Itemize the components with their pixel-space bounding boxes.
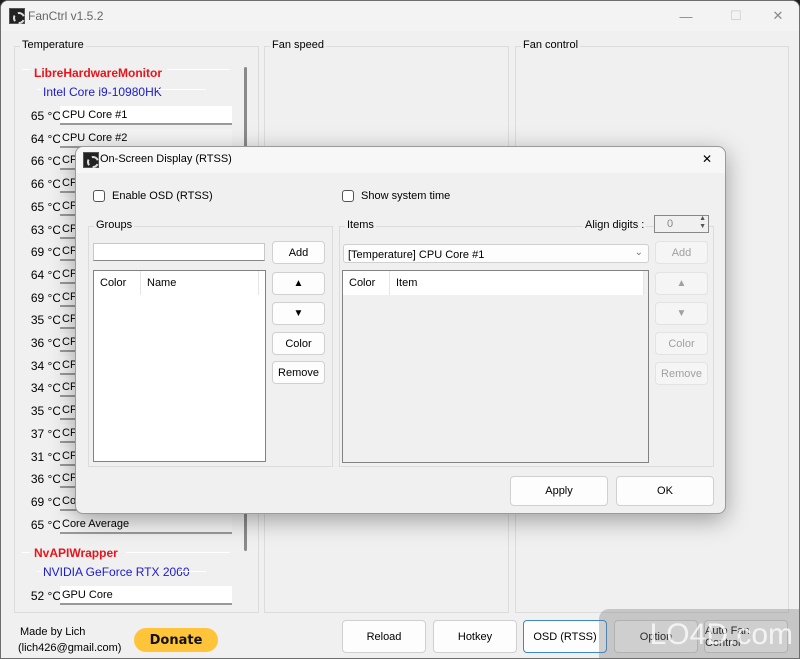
temp-value: 63 °C [30,222,61,237]
align-digits-value: 0 [667,218,674,230]
temp-value: 35 °C [30,313,61,328]
made-by-label: Made by Lich [20,626,86,638]
window-title: FanCtrl v1.5.2 [28,9,104,23]
temp-name: CPU Core #1 [60,106,232,125]
items-col-item[interactable]: Item [390,271,644,295]
temp-value: 31 °C [30,449,61,464]
groups-move-up-button[interactable]: ▲ [272,272,325,295]
temp-value: 66 °C [30,154,61,169]
align-digits-label: Align digits : [583,219,647,231]
temp-name: Core Average [60,514,232,534]
temp-value: 65 °C [30,199,61,214]
temp-value: 52 °C [30,589,61,603]
temp-value: 64 °C [30,267,61,282]
items-move-down-button[interactable]: ▼ [655,302,708,325]
items-color-button[interactable]: Color [655,332,708,355]
temp-value: 69 °C [30,290,61,305]
dialog-title-bar: On-Screen Display (RTSS) ✕ [76,147,725,173]
temp-value: 34 °C [30,381,61,396]
groups-col-color[interactable]: Color [94,271,141,295]
dialog-close-button[interactable]: ✕ [702,152,712,166]
osd-rtss-button[interactable]: OSD (RTSS) [523,620,607,653]
items-col-color[interactable]: Color [343,271,390,295]
items-add-button[interactable]: Add [655,241,708,264]
temp-value: 65 °C [30,517,61,532]
temp-value: 65 °C [30,109,61,123]
fan-speed-group-label: Fan speed [270,39,326,51]
temp-row[interactable]: 65 °C Core Average [23,514,233,535]
ok-button[interactable]: OK [616,476,714,506]
auto-fan-control-button[interactable]: Auto Fan Control [704,620,788,653]
fan-app-icon [9,8,25,24]
enable-osd-checkbox[interactable]: Enable OSD (RTSS) [93,190,213,202]
items-move-up-button[interactable]: ▲ [655,272,708,295]
option-button[interactable]: Option [614,620,698,653]
temp-name: CPU Core #2 [60,128,232,148]
groups-add-button[interactable]: Add [272,241,325,264]
temp-name: GPU Core [60,586,232,605]
donate-button[interactable]: Donate [134,628,218,652]
temp-row[interactable]: 52 °C GPU Core [23,586,233,606]
groups-remove-button[interactable]: Remove [272,361,325,384]
items-list[interactable]: Color Item [342,270,649,463]
chevron-down-icon: ⌄ [634,247,643,258]
temperature-group-label: Temperature [20,39,86,51]
items-select-value: [Temperature] CPU Core #1 [348,249,485,261]
groups-col-name[interactable]: Name [141,271,259,295]
temp-value: 66 °C [30,177,61,192]
temp-value: 36 °C [30,336,61,350]
checkbox-box[interactable] [342,190,354,202]
fan-control-group-label: Fan control [521,39,581,51]
groups-label: Groups [94,219,135,231]
temp-value: 69 °C [30,245,61,260]
dialog-title: On-Screen Display (RTSS) [100,153,232,165]
device-gpu: NVIDIA GeForce RTX 2060 [43,565,190,579]
items-remove-button[interactable]: Remove [655,362,708,385]
groups-list[interactable]: Color Name [93,270,266,462]
hotkey-button[interactable]: Hotkey [433,620,517,653]
temp-row[interactable]: 65 °C CPU Core #1 [23,106,233,126]
groups-move-down-button[interactable]: ▼ [272,302,325,325]
device-cpu: Intel Core i9-10980HK [43,85,162,99]
items-label: Items [345,219,376,231]
maximize-button[interactable]: ☐ [713,1,759,31]
close-button[interactable]: ✕ [755,1,799,31]
temp-value: 35 °C [30,404,61,419]
osd-dialog: On-Screen Display (RTSS) ✕ Enable OSD (R… [75,146,726,514]
title-bar: FanCtrl v1.5.2 — ☐ ✕ [1,1,799,31]
align-digits-spinner[interactable]: 0 ▲ ▼ [654,215,709,233]
temp-value: 64 °C [30,131,61,146]
reload-button[interactable]: Reload [342,620,426,653]
email-label: (lich426@gmail.com) [18,642,122,654]
temp-value: 69 °C [30,494,61,509]
show-system-time-checkbox[interactable]: Show system time [342,190,450,202]
fan-app-icon [83,152,99,168]
temp-value: 36 °C [30,472,61,487]
checkbox-box[interactable] [93,190,105,202]
enable-osd-label: Enable OSD (RTSS) [112,190,213,202]
provider-librehardwaremonitor: LibreHardwareMonitor [34,66,163,80]
items-select[interactable]: [Temperature] CPU Core #1 ⌄ [343,244,649,263]
show-system-time-label: Show system time [361,190,451,202]
spinner-arrows-icon[interactable]: ▲ ▼ [699,215,706,231]
temp-value: 37 °C [30,426,61,441]
groups-color-button[interactable]: Color [272,332,325,355]
temp-value: 34 °C [30,358,61,373]
group-name-input[interactable] [93,243,265,261]
apply-button[interactable]: Apply [510,476,608,506]
minimize-button[interactable]: — [663,1,709,31]
provider-nvapiwrapper: NvAPIWrapper [34,546,118,560]
